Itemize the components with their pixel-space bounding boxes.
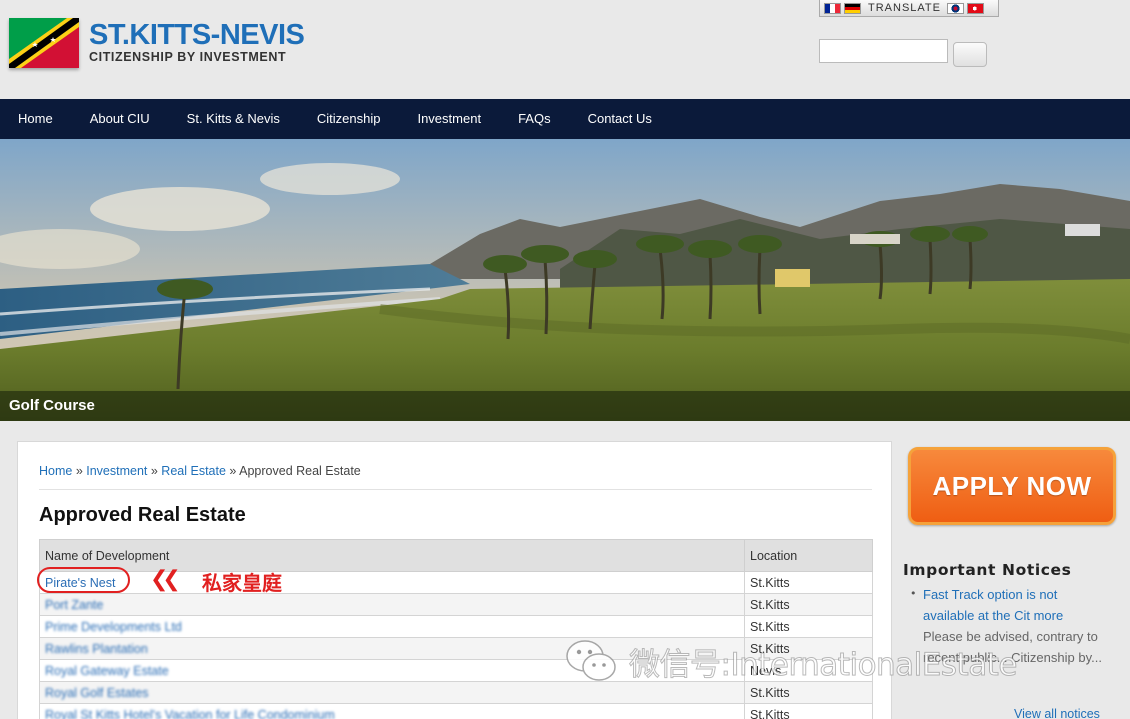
- real-estate-table: Name of Development Location Pirate's Ne…: [39, 539, 873, 719]
- site-logo[interactable]: ST.KITTS-NEVIS CITIZENSHIP BY INVESTMENT: [9, 18, 305, 68]
- brand-subtitle: CITIZENSHIP BY INVESTMENT: [89, 50, 287, 64]
- nav-contact-us[interactable]: Contact Us: [570, 99, 671, 139]
- nav-st-kitts-nevis[interactable]: St. Kitts & Nevis: [169, 99, 299, 139]
- notice-link[interactable]: Fast Track option is not available at th…: [923, 584, 1108, 626]
- left-arrows-icon: ❮❮: [150, 567, 181, 592]
- translate-widget[interactable]: TRANSLATE: [819, 0, 999, 17]
- breadcrumb: Home » Investment » Real Estate » Approv…: [39, 464, 361, 478]
- table-row: Prime Developments Ltd St.Kitts: [39, 615, 873, 638]
- search-button[interactable]: [953, 42, 987, 67]
- development-link[interactable]: Royal St Kitts Hotel's Vacation for Life…: [45, 708, 335, 719]
- breadcrumb-current: Approved Real Estate: [239, 464, 361, 478]
- germany-flag-icon[interactable]: [844, 2, 861, 14]
- table-row: Port Zante St.Kitts: [39, 593, 873, 616]
- nav-faqs[interactable]: FAQs: [500, 99, 570, 139]
- nav-investment[interactable]: Investment: [399, 99, 500, 139]
- site-header: ST.KITTS-NEVIS CITIZENSHIP BY INVESTMENT…: [0, 0, 1130, 99]
- wechat-icon: [566, 640, 616, 681]
- highlight-circle: [37, 567, 130, 593]
- table-row: Royal Golf Estates St.Kitts: [39, 681, 873, 704]
- hero-caption: Golf Course: [9, 397, 95, 414]
- table-row: Royal St Kitts Hotel's Vacation for Life…: [39, 703, 873, 719]
- breadcrumb-investment[interactable]: Investment: [86, 464, 147, 478]
- location-cell: St.Kitts: [744, 593, 873, 616]
- view-all-notices-link[interactable]: View all notices: [1014, 707, 1100, 719]
- nav-citizenship[interactable]: Citizenship: [299, 99, 400, 139]
- development-link[interactable]: Royal Gateway Estate: [45, 664, 169, 678]
- development-link[interactable]: Port Zante: [45, 598, 103, 612]
- search-input[interactable]: [819, 39, 948, 63]
- location-cell: St.Kitts: [744, 703, 873, 719]
- page-title: Approved Real Estate: [39, 504, 246, 526]
- france-flag-icon[interactable]: [824, 2, 841, 14]
- nav-about-ciu[interactable]: About CIU: [72, 99, 169, 139]
- annotation-text: 私家皇庭: [202, 571, 282, 595]
- column-header-name: Name of Development: [39, 539, 745, 572]
- main-nav: Home About CIU St. Kitts & Nevis Citizen…: [0, 99, 1130, 139]
- breadcrumb-divider: [39, 489, 872, 490]
- development-link[interactable]: Royal Golf Estates: [45, 686, 149, 700]
- hero-caption-bar: Golf Course: [0, 391, 1130, 421]
- wechat-watermark: 微信号:InternationalEstate: [565, 638, 1018, 684]
- location-cell: St.Kitts: [744, 681, 873, 704]
- translate-label[interactable]: TRANSLATE: [868, 2, 941, 14]
- brand-title: ST.KITTS-NEVIS: [89, 19, 305, 51]
- golf-course-image: [0, 139, 1130, 421]
- flag-icon: [9, 18, 79, 68]
- korea-flag-icon[interactable]: [946, 2, 964, 14]
- breadcrumb-separator: »: [72, 464, 87, 478]
- nav-home[interactable]: Home: [0, 99, 72, 139]
- hero-banner: Golf Course: [0, 139, 1130, 421]
- development-link[interactable]: Rawlins Plantation: [45, 642, 148, 656]
- location-cell: St.Kitts: [744, 615, 873, 638]
- watermark-text: 微信号:InternationalEstate: [629, 646, 1018, 683]
- breadcrumb-separator: »: [225, 464, 240, 478]
- development-link[interactable]: Prime Developments Ltd: [45, 620, 182, 634]
- breadcrumb-separator: »: [147, 464, 162, 478]
- breadcrumb-home[interactable]: Home: [39, 464, 72, 478]
- notices-title: Important Notices: [903, 561, 1072, 579]
- bullet-icon: •: [910, 587, 917, 600]
- location-cell: St.Kitts: [744, 571, 873, 594]
- turkey-flag-icon[interactable]: [966, 2, 984, 14]
- breadcrumb-real-estate[interactable]: Real Estate: [161, 464, 226, 478]
- apply-now-button[interactable]: APPLY NOW: [908, 447, 1116, 525]
- column-header-location: Location: [744, 539, 873, 572]
- apply-now-label: APPLY NOW: [932, 470, 1092, 501]
